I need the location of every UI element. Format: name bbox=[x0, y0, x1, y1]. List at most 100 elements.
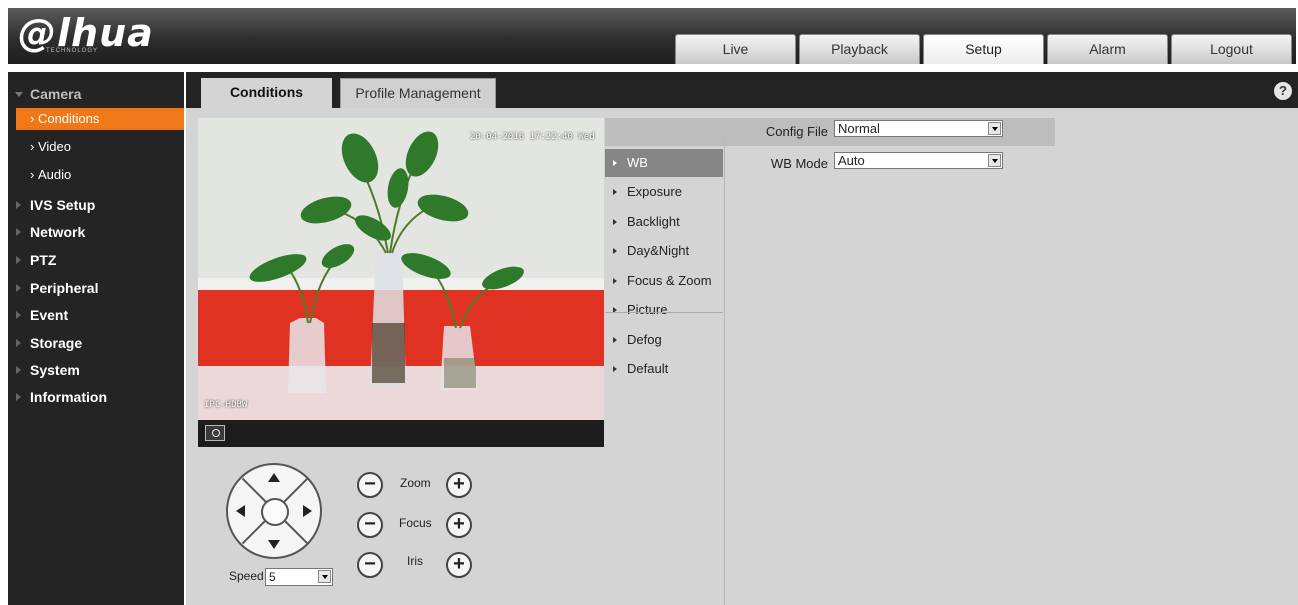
nav-tab-playback[interactable]: Playback bbox=[799, 34, 920, 64]
osd-timestamp: 20-04-2016 17:22:40 Wed bbox=[470, 132, 595, 142]
submenu-arrow-icon bbox=[613, 278, 617, 284]
collapsed-arrow-icon bbox=[16, 284, 21, 292]
speed-label: Speed bbox=[229, 569, 264, 583]
conditions-panel: 20-04-2016 17:22:40 Wed IPC-HDBW − Zoom … bbox=[186, 108, 1298, 605]
submenu-item-label: Focus & Zoom bbox=[627, 273, 712, 288]
submenu-item-label: WB bbox=[627, 155, 648, 170]
submenu-divider bbox=[605, 312, 723, 313]
collapsed-arrow-icon bbox=[16, 256, 21, 264]
iris-open-button[interactable]: + bbox=[446, 552, 472, 578]
submenu-item-day-night[interactable]: Day&Night bbox=[605, 237, 723, 265]
collapsed-arrow-icon bbox=[16, 228, 21, 236]
sidebar-item-event[interactable]: Event bbox=[8, 303, 184, 327]
sidebar-item-ivs-setup[interactable]: IVS Setup bbox=[8, 193, 184, 217]
sidebar-item-storage[interactable]: Storage bbox=[8, 331, 184, 355]
config-file-select[interactable]: Normal bbox=[834, 120, 1003, 137]
submenu-arrow-icon bbox=[613, 248, 617, 254]
sidebar-item-label: IVS Setup bbox=[30, 197, 96, 213]
submenu-item-focus-zoom[interactable]: Focus & Zoom bbox=[605, 267, 723, 295]
config-file-value: Normal bbox=[838, 121, 880, 136]
sidebar-item-ptz[interactable]: PTZ bbox=[8, 248, 184, 272]
sidebar-subitem-label: › Audio bbox=[30, 167, 72, 182]
top-header: @lhua TECHNOLOGY Live Playback Setup Ala… bbox=[8, 8, 1296, 64]
ptz-left-arrow-icon[interactable] bbox=[236, 505, 245, 517]
submenu-item-defog[interactable]: Defog bbox=[605, 326, 723, 354]
sidebar-item-network[interactable]: Network bbox=[8, 220, 184, 244]
conditions-submenu: WB Exposure Backlight Day&Night Focus & … bbox=[605, 138, 725, 605]
submenu-item-label: Exposure bbox=[627, 184, 682, 199]
sidebar-item-label: Network bbox=[30, 224, 86, 240]
sidebar-item-system[interactable]: System bbox=[8, 358, 184, 382]
sidebar-item-label: Event bbox=[30, 307, 69, 323]
osd-channel-name: IPC-HDBW bbox=[204, 400, 248, 410]
help-icon[interactable]: ? bbox=[1274, 82, 1292, 100]
submenu-item-default[interactable]: Default bbox=[605, 355, 723, 383]
live-video: 20-04-2016 17:22:40 Wed IPC-HDBW bbox=[198, 118, 604, 420]
iris-close-button[interactable]: − bbox=[357, 552, 383, 578]
submenu-item-label: Backlight bbox=[627, 214, 680, 229]
speed-select[interactable]: 5 bbox=[265, 568, 333, 586]
collapsed-arrow-icon bbox=[16, 366, 21, 374]
zoom-out-button[interactable]: − bbox=[357, 472, 383, 498]
focus-far-button[interactable]: + bbox=[446, 512, 472, 538]
submenu-item-exposure[interactable]: Exposure bbox=[605, 178, 723, 206]
camera-scene-image bbox=[198, 118, 604, 420]
ptz-direction-pad[interactable] bbox=[226, 463, 322, 559]
ptz-down-arrow-icon[interactable] bbox=[268, 540, 280, 549]
collapsed-arrow-icon bbox=[16, 201, 21, 209]
sidebar-subitem-label: › Conditions bbox=[30, 111, 100, 126]
video-toolbar bbox=[198, 420, 604, 447]
sidebar-item-label: Camera bbox=[30, 86, 82, 102]
sidebar-item-camera[interactable]: Camera bbox=[8, 82, 184, 106]
nav-tab-alarm[interactable]: Alarm bbox=[1047, 34, 1168, 64]
sidebar: Camera › Conditions › Video › Audio IVS … bbox=[8, 72, 184, 605]
chevron-down-icon bbox=[988, 122, 1001, 135]
focus-label: Focus bbox=[399, 516, 432, 530]
wb-mode-value: Auto bbox=[838, 153, 865, 168]
submenu-item-picture[interactable]: Picture bbox=[605, 296, 723, 324]
ptz-right-arrow-icon[interactable] bbox=[303, 505, 312, 517]
chevron-down-icon bbox=[318, 570, 331, 583]
submenu-item-label: Picture bbox=[627, 302, 668, 317]
chevron-down-icon bbox=[988, 154, 1001, 167]
config-file-label: Config File bbox=[765, 124, 828, 139]
tab-profile-management[interactable]: Profile Management bbox=[340, 78, 496, 108]
zoom-in-button[interactable]: + bbox=[446, 472, 472, 498]
sidebar-item-label: PTZ bbox=[30, 252, 57, 268]
sidebar-item-label: Storage bbox=[30, 335, 83, 351]
collapsed-arrow-icon bbox=[16, 339, 21, 347]
ptz-center-button[interactable] bbox=[261, 498, 289, 526]
submenu-arrow-icon bbox=[613, 366, 617, 372]
submenu-item-label: Day&Night bbox=[627, 243, 690, 258]
expanded-arrow-icon bbox=[15, 92, 23, 97]
sidebar-item-label: System bbox=[30, 362, 80, 378]
submenu-arrow-icon bbox=[613, 219, 617, 225]
submenu-item-wb[interactable]: WB bbox=[605, 149, 723, 177]
snapshot-icon[interactable] bbox=[205, 425, 225, 441]
submenu-arrow-icon bbox=[613, 337, 617, 343]
collapsed-arrow-icon bbox=[16, 311, 21, 319]
wb-mode-label: WB Mode bbox=[770, 156, 828, 171]
sidebar-item-peripheral[interactable]: Peripheral bbox=[8, 276, 184, 300]
content-area: Conditions Profile Management ? 20-04-20… bbox=[186, 72, 1298, 605]
speed-value: 5 bbox=[269, 570, 276, 584]
wb-mode-select[interactable]: Auto bbox=[834, 152, 1003, 169]
submenu-item-label: Defog bbox=[627, 332, 662, 347]
tab-conditions[interactable]: Conditions bbox=[201, 78, 332, 108]
sidebar-subitem-audio[interactable]: › Audio bbox=[16, 164, 184, 186]
sidebar-subitem-conditions[interactable]: › Conditions bbox=[16, 108, 184, 130]
iris-label: Iris bbox=[407, 554, 423, 568]
logo-subtitle: TECHNOLOGY bbox=[46, 48, 99, 54]
submenu-item-label: Default bbox=[627, 361, 669, 376]
sidebar-item-information[interactable]: Information bbox=[8, 385, 184, 409]
focus-near-button[interactable]: − bbox=[357, 512, 383, 538]
nav-tab-logout[interactable]: Logout bbox=[1171, 34, 1292, 64]
submenu-item-backlight[interactable]: Backlight bbox=[605, 208, 723, 236]
sidebar-item-label: Information bbox=[30, 389, 107, 405]
sidebar-subitem-video[interactable]: › Video bbox=[16, 136, 184, 158]
ptz-up-arrow-icon[interactable] bbox=[268, 473, 280, 482]
collapsed-arrow-icon bbox=[16, 393, 21, 401]
nav-tab-live[interactable]: Live bbox=[675, 34, 796, 64]
submenu-arrow-icon bbox=[613, 189, 617, 195]
nav-tab-setup[interactable]: Setup bbox=[923, 34, 1044, 64]
